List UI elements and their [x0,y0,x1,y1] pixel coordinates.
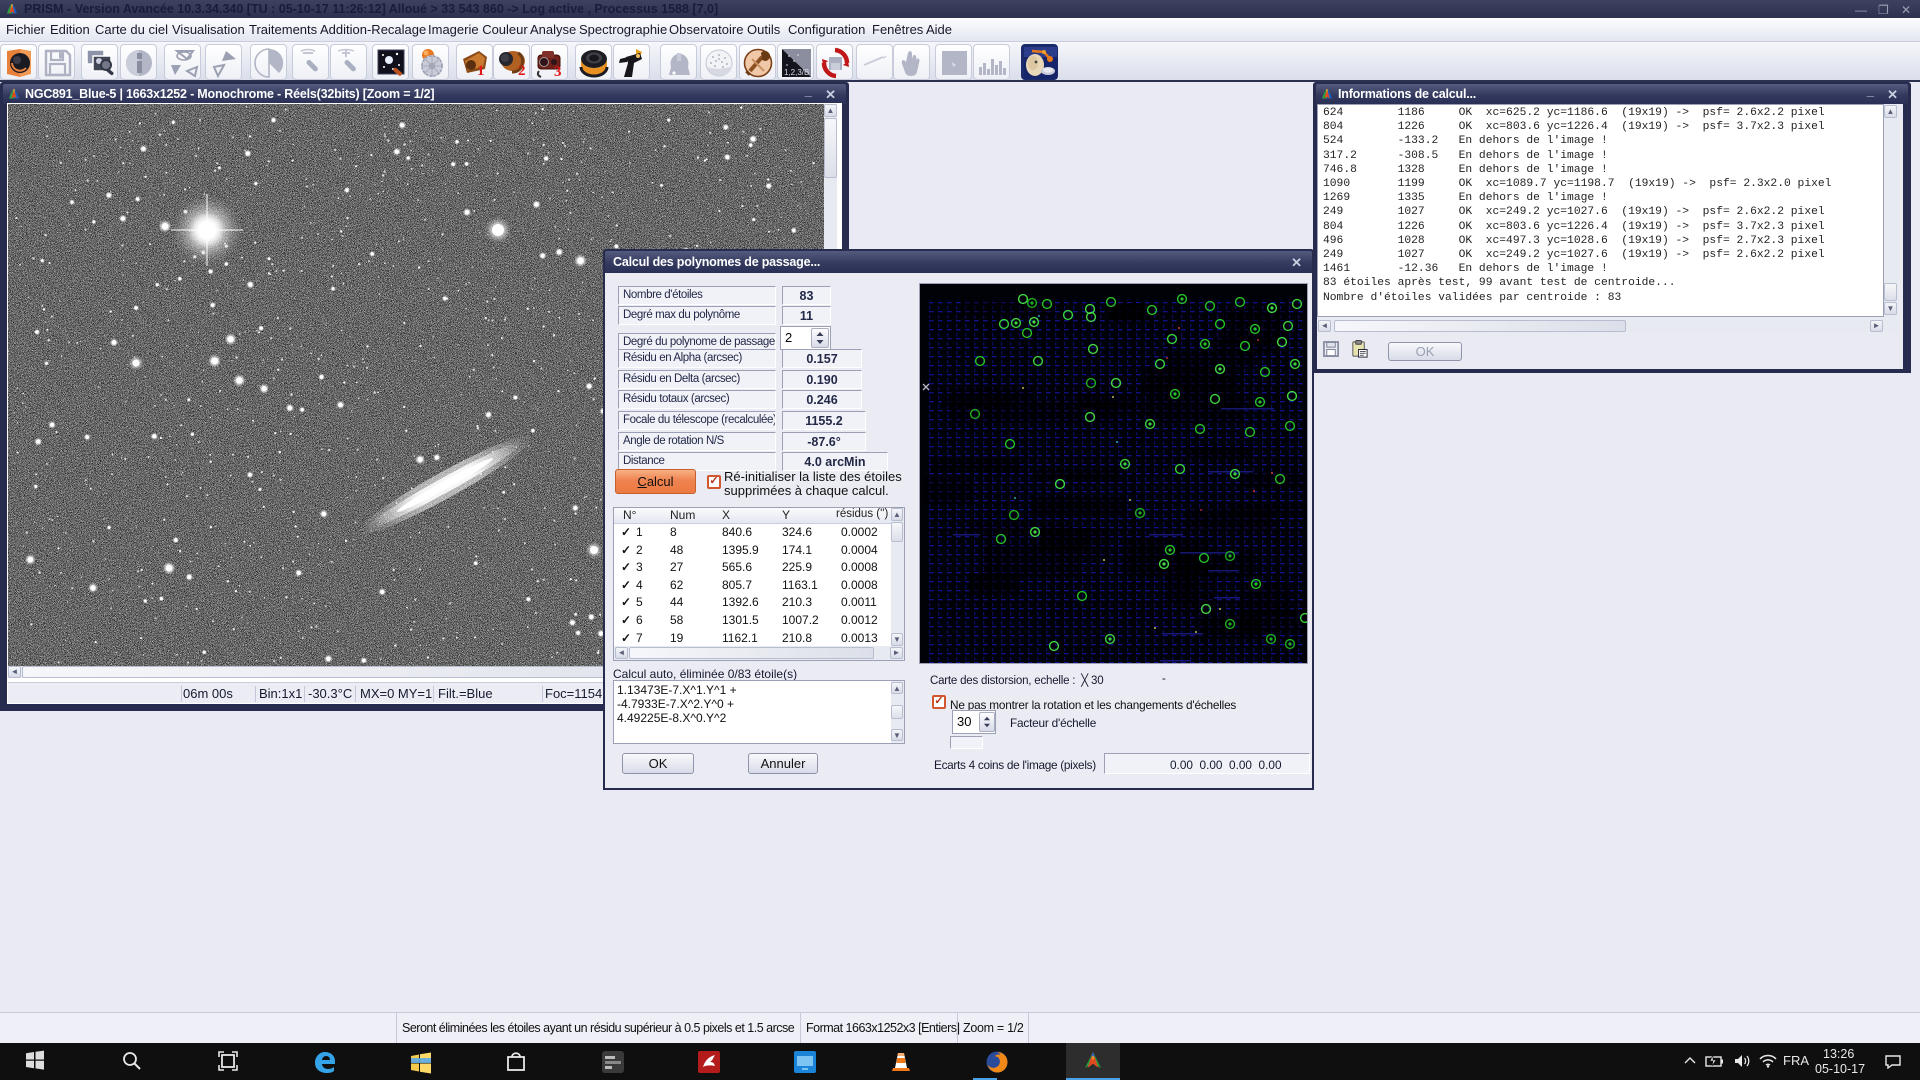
svg-text:2: 2 [518,63,526,79]
svg-text:1,2,3/B: 1,2,3/B [784,68,809,77]
svg-text:1: 1 [477,63,485,79]
svg-text:3: 3 [554,64,562,79]
